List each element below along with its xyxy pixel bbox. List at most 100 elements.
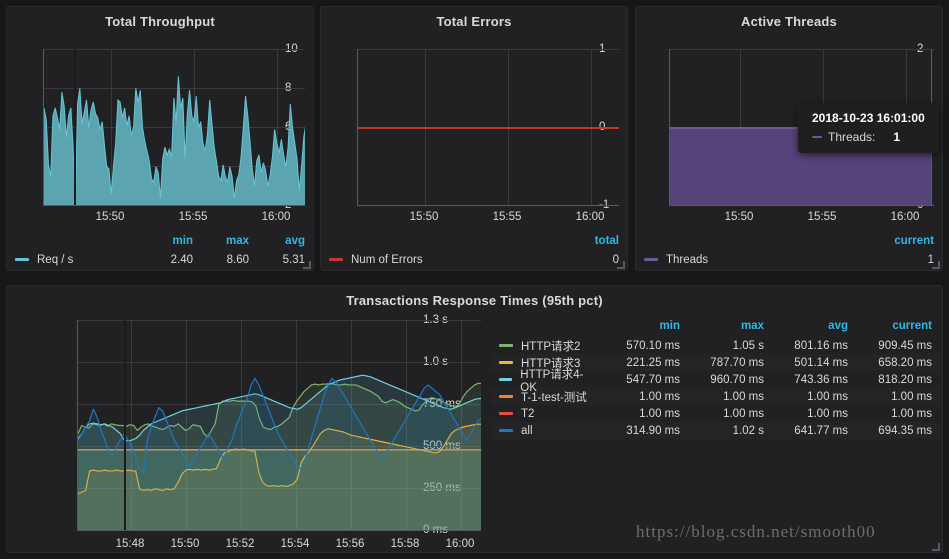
legend-label-wrap: Threads — [636, 254, 878, 266]
panel-title-total-errors[interactable]: Total Errors — [321, 7, 627, 29]
legend-header-current: current — [894, 235, 934, 247]
x-axis-line — [78, 530, 481, 531]
panel-transactions-response-times[interactable]: Transactions Response Times (95th pct) 1… — [6, 285, 943, 553]
legend-item-t-1-test[interactable]: T-1-test-测试 1.00 ms 1.00 ms 1.00 ms 1.00… — [491, 388, 940, 405]
panel-resize-handle[interactable] — [932, 543, 940, 551]
legend-label-wrap: HTTP请求2 — [491, 338, 596, 354]
series-color-swatch — [644, 258, 658, 261]
gridline — [670, 49, 934, 50]
legend-label-wrap: Req / s — [7, 254, 137, 266]
legend-value-avg: 5.31 — [282, 253, 305, 266]
series-color-swatch — [15, 258, 29, 261]
watermark-text: https://blog.csdn.net/smooth00 — [636, 522, 876, 541]
x-tick: 15:55 — [178, 211, 208, 223]
series-color-swatch — [499, 378, 513, 381]
graph-transactions-response-times[interactable]: 1.3 s 1.0 s 750 ms 500 ms 250 ms 0 ms — [7, 312, 487, 552]
legend-header-min: min — [659, 320, 680, 332]
legend-item-http-request-4-ok[interactable]: HTTP请求4-OK 547.70 ms 960.70 ms 743.36 ms… — [491, 369, 940, 394]
x-tick: 16:00 — [445, 538, 475, 550]
legend-label-wrap: all — [491, 425, 596, 437]
series-response-times — [78, 374, 481, 531]
legend-header-avg: avg — [828, 320, 848, 332]
legend-item-all[interactable]: all 314.90 ms 1.02 s 641.77 ms 694.35 ms — [491, 422, 940, 439]
legend-value-min: 547.70 ms — [626, 373, 680, 386]
panel-title-active-threads[interactable]: Active Threads — [636, 7, 942, 29]
x-tick: 15:50 — [95, 211, 125, 223]
series-color-swatch — [499, 412, 513, 415]
legend-value-current: 1 — [927, 253, 934, 266]
legend-value-min: 221.25 ms — [626, 356, 680, 369]
legend-value-max: 1.00 ms — [723, 407, 764, 420]
x-tick: 16:00 — [261, 211, 291, 223]
tooltip-timestamp: 2018-10-23 16:01:00 — [812, 111, 925, 125]
graph-tooltip: 2018-10-23 16:01:00 Threads: 1 — [798, 103, 939, 153]
legend-value-current: 1.00 ms — [891, 390, 932, 403]
panel-title-transactions-response-times[interactable]: Transactions Response Times (95th pct) — [7, 286, 942, 308]
legend-value-min: 570.10 ms — [626, 339, 680, 352]
panel-resize-handle[interactable] — [303, 261, 311, 269]
legend-value-min: 2.40 — [170, 253, 193, 266]
x-tick: 16:00 — [575, 211, 605, 223]
series-req-per-s — [44, 76, 305, 206]
panel-resize-handle[interactable] — [617, 261, 625, 269]
panel-total-errors[interactable]: Total Errors 1 0 -1 15:50 15:55 16:00 to… — [320, 6, 628, 271]
legend-active-threads: current Threads 1 — [636, 235, 942, 268]
annotation-marker — [74, 49, 76, 206]
x-tick: 15:50 — [724, 211, 754, 223]
legend-header-row: total — [321, 235, 627, 247]
legend-item-req-per-s[interactable]: Req / s 2.40 8.60 5.31 — [7, 251, 313, 268]
grafana-dashboard: Total Throughput 10 8 6 4 2 15 — [0, 0, 949, 559]
legend-value-avg: 1.00 ms — [807, 390, 848, 403]
legend-header-row: min max avg current — [491, 320, 940, 332]
x-axis-line — [670, 205, 934, 206]
x-axis-line — [44, 205, 305, 206]
x-tick: 15:55 — [807, 211, 837, 223]
legend-value-min: 1.00 ms — [639, 390, 680, 403]
legend-total-errors: total Num of Errors 0 — [321, 235, 627, 268]
legend-item-threads[interactable]: Threads 1 — [636, 251, 942, 268]
legend-header-avg: avg — [285, 235, 305, 247]
panel-title-total-throughput[interactable]: Total Throughput — [7, 7, 313, 29]
series-color-swatch — [812, 136, 822, 138]
legend-value-max: 960.70 ms — [710, 373, 764, 386]
legend-value-max: 1.00 ms — [723, 390, 764, 403]
legend-header-total: total — [594, 235, 619, 247]
legend-value-avg: 501.14 ms — [794, 356, 848, 369]
plot-area-throughput[interactable] — [43, 49, 305, 206]
series-num-of-errors — [358, 127, 619, 129]
x-tick: 15:52 — [225, 538, 255, 550]
legend-value-current: 694.35 ms — [878, 424, 932, 437]
legend-series-name: Num of Errors — [351, 253, 423, 266]
legend-item-t2[interactable]: T2 1.00 ms 1.00 ms 1.00 ms 1.00 ms — [491, 405, 940, 422]
legend-header-current: current — [892, 320, 932, 332]
graph-total-throughput[interactable]: 10 8 6 4 2 15:50 15:55 16:00 — [7, 37, 315, 223]
series-color-swatch — [499, 429, 513, 432]
legend-series-name: T-1-test-测试 — [521, 391, 587, 404]
series-color-swatch — [499, 361, 513, 364]
panel-resize-handle[interactable] — [932, 261, 940, 269]
legend-value-min: 314.90 ms — [626, 424, 680, 437]
legend-header-max: max — [225, 235, 249, 247]
series-color-swatch — [499, 344, 513, 347]
legend-value-avg: 801.16 ms — [794, 339, 848, 352]
panel-total-throughput[interactable]: Total Throughput 10 8 6 4 2 15 — [6, 6, 314, 271]
x-tick: 15:50 — [170, 538, 200, 550]
plot-area-response[interactable] — [77, 320, 481, 531]
legend-item-num-of-errors[interactable]: Num of Errors 0 — [321, 251, 627, 268]
x-tick: 15:50 — [409, 211, 439, 223]
legend-header-min: min — [172, 235, 193, 247]
legend-value-max: 1.05 s — [732, 339, 764, 352]
x-tick: 15:55 — [492, 211, 522, 223]
plot-area-errors[interactable] — [357, 49, 619, 206]
legend-value-current: 1.00 ms — [891, 407, 932, 420]
series-color-swatch — [499, 395, 513, 398]
legend-item-http-request-2[interactable]: HTTP请求2 570.10 ms 1.05 s 801.16 ms 909.4… — [491, 337, 940, 354]
series-color-swatch — [329, 258, 343, 261]
tooltip-series-row: Threads: 1 — [812, 130, 925, 144]
x-axis-line — [358, 205, 619, 206]
x-tick: 15:58 — [390, 538, 420, 550]
legend-value-min: 1.00 ms — [639, 407, 680, 420]
graph-total-errors[interactable]: 1 0 -1 15:50 15:55 16:00 — [321, 37, 629, 223]
legend-label-wrap: Num of Errors — [321, 254, 563, 266]
tooltip-series-label: Threads: — [828, 130, 876, 144]
